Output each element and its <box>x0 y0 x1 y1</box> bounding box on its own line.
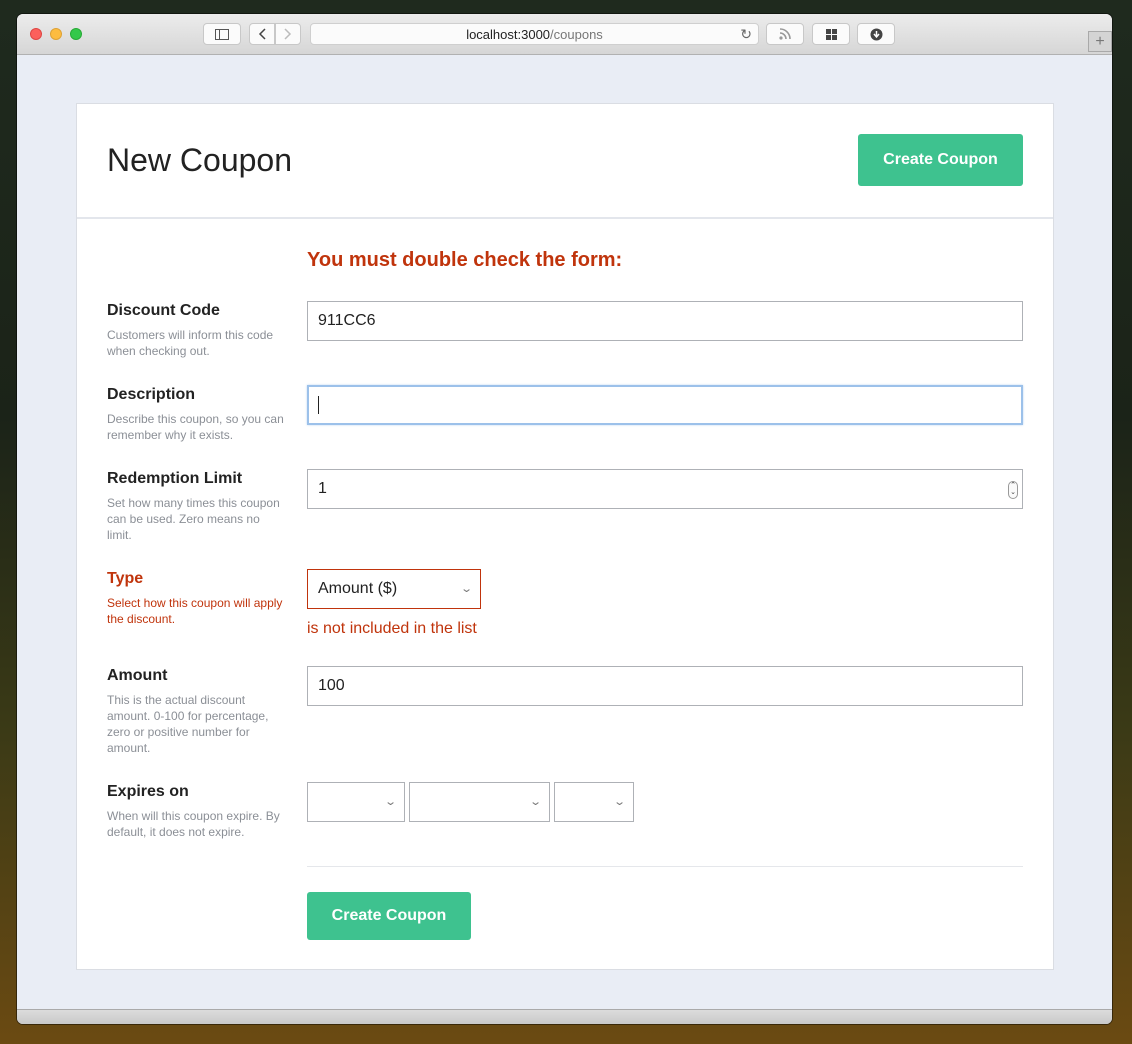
coupon-card: New Coupon Create Coupon You must double… <box>76 103 1054 970</box>
discount-code-input[interactable] <box>307 301 1023 341</box>
type-selected-value: Amount ($) <box>318 580 398 597</box>
back-icon <box>258 28 266 40</box>
description-input[interactable] <box>307 385 1023 425</box>
card-header: New Coupon Create Coupon <box>77 104 1053 219</box>
forward-icon <box>284 28 292 40</box>
top-sites-button[interactable] <box>812 23 850 45</box>
chevron-down-icon: ⌄ <box>459 583 473 595</box>
browser-toolbar: localhost:3000/coupons ↻ <box>17 14 1112 55</box>
back-button[interactable] <box>249 23 275 45</box>
chevron-down-icon: ⌄ <box>612 796 626 808</box>
rss-button[interactable] <box>766 23 804 45</box>
forward-button[interactable] <box>275 23 301 45</box>
sidebar-toggle-button[interactable] <box>203 23 241 45</box>
description-help: Describe this coupon, so you can remembe… <box>107 412 284 442</box>
discount-code-help: Customers will inform this code when che… <box>107 328 274 358</box>
sidebar-icon <box>215 28 229 40</box>
text-caret <box>318 396 319 414</box>
create-coupon-button-bottom[interactable]: Create Coupon <box>307 892 471 940</box>
url-path: /coupons <box>550 26 603 42</box>
type-label: Type <box>107 570 144 587</box>
redemption-limit-input[interactable] <box>307 469 1023 509</box>
reload-icon[interactable]: ↻ <box>740 26 752 43</box>
redemption-limit-label: Redemption Limit <box>107 470 243 487</box>
chevron-down-icon: ⌄ <box>528 796 542 808</box>
chevron-down-icon: ⌄ <box>383 796 397 808</box>
amount-input[interactable] <box>307 666 1023 706</box>
create-coupon-button-top[interactable]: Create Coupon <box>858 134 1023 186</box>
url-host: localhost:3000 <box>466 26 551 42</box>
download-icon <box>870 28 882 40</box>
rss-icon <box>779 28 791 40</box>
minimize-window-button[interactable] <box>50 28 62 40</box>
discount-code-label: Discount Code <box>107 302 220 319</box>
new-tab-icon[interactable]: + <box>1088 31 1112 52</box>
form-divider <box>307 866 1023 867</box>
browser-window: localhost:3000/coupons ↻ + New Coupon Cr… <box>17 14 1112 1024</box>
address-bar[interactable]: localhost:3000/coupons ↻ <box>310 23 759 45</box>
page-title: New Coupon <box>107 142 292 178</box>
expires-on-label: Expires on <box>107 783 189 800</box>
zoom-window-button[interactable] <box>70 28 82 40</box>
type-error-message: is not included in the list <box>307 620 477 637</box>
expires-month-select[interactable]: ⌄ <box>409 782 550 822</box>
redemption-limit-help: Set how many times this coupon can be us… <box>107 496 280 542</box>
expires-day-select[interactable]: ⌄ <box>554 782 634 822</box>
amount-help: This is the actual discount amount. 0-10… <box>107 693 269 755</box>
number-stepper-icon[interactable]: ⌃ ⌄ <box>1008 481 1018 499</box>
downloads-button[interactable] <box>857 23 895 45</box>
expires-year-select[interactable]: ⌄ <box>307 782 405 822</box>
type-help: Select how this coupon will apply the di… <box>107 596 283 626</box>
amount-label: Amount <box>107 667 168 684</box>
grid-icon <box>825 28 837 40</box>
description-label: Description <box>107 386 196 403</box>
status-bar <box>17 1009 1112 1024</box>
expires-on-help: When will this coupon expire. By default… <box>107 809 280 839</box>
close-window-button[interactable] <box>30 28 42 40</box>
form-error-heading: You must double check the form: <box>307 249 623 271</box>
type-select[interactable]: Amount ($) ⌄ <box>307 569 481 609</box>
